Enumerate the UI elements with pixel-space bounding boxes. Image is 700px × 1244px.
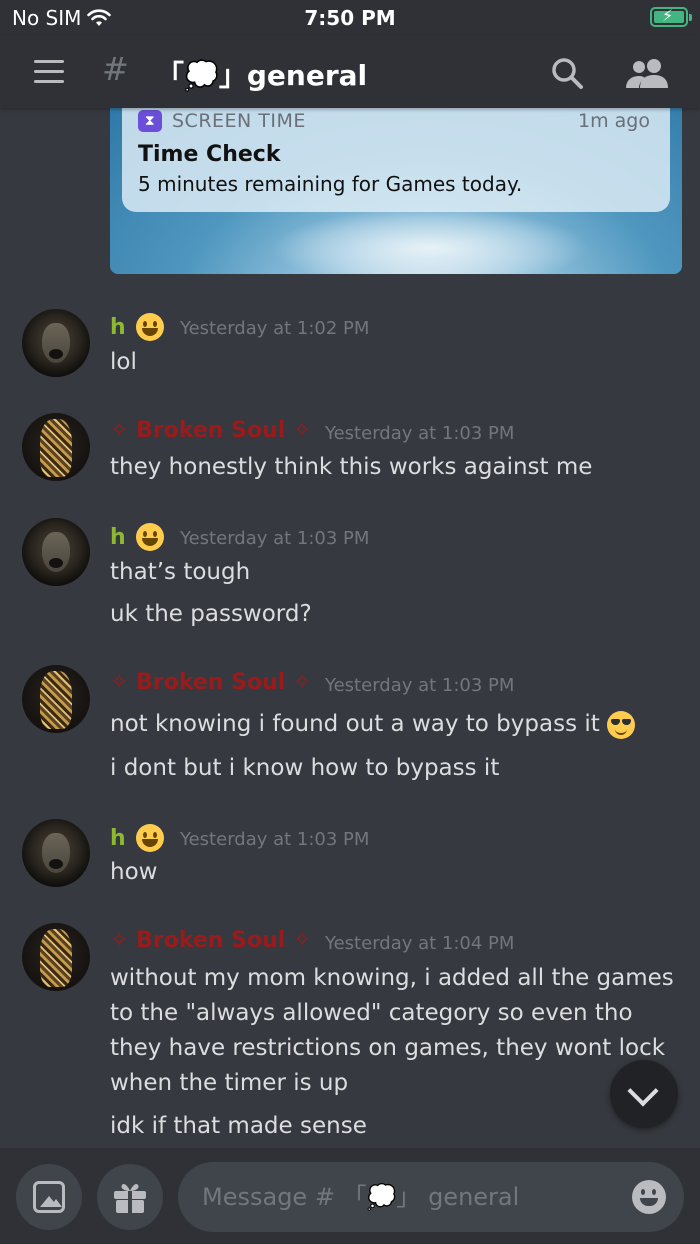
- composer-bar: [0, 1148, 700, 1244]
- timestamp: Yesterday at 1:02 PM: [180, 318, 370, 339]
- message-text: how: [110, 859, 158, 885]
- gift-icon: [114, 1183, 146, 1213]
- timestamp: Yesterday at 1:03 PM: [325, 675, 515, 696]
- message-composer: [178, 1162, 684, 1232]
- message-text: they honestly think this works against m…: [110, 454, 593, 480]
- channel-hash-icon: #: [102, 50, 129, 88]
- timestamp: Yesterday at 1:04 PM: [325, 933, 515, 954]
- message-text: not knowing i found out a way to bypass …: [110, 707, 680, 742]
- username[interactable]: ✧ Broken Soul ✧: [110, 670, 311, 695]
- message-text: uk the password?: [110, 601, 312, 627]
- grinning-emoji-icon: [135, 313, 164, 341]
- timestamp: Yesterday at 1:03 PM: [180, 829, 370, 850]
- username[interactable]: ✧ Broken Soul ✧: [110, 418, 311, 443]
- avatar[interactable]: [22, 923, 90, 991]
- emoji-icon[interactable]: [632, 1180, 666, 1214]
- notification-app: ⧗ SCREEN TIME: [138, 110, 306, 132]
- sunglasses-emoji-icon: [607, 710, 636, 739]
- scroll-to-bottom-button[interactable]: [610, 1060, 678, 1128]
- username[interactable]: h: [110, 313, 164, 341]
- channel-header: # 「💭」general: [0, 36, 700, 108]
- clock: 7:50 PM: [304, 6, 396, 30]
- notification-app-name: SCREEN TIME: [172, 110, 306, 132]
- avatar[interactable]: [22, 518, 90, 586]
- chevron-down-icon: [627, 1075, 659, 1107]
- notification-time: 1m ago: [578, 110, 650, 132]
- timestamp: Yesterday at 1:03 PM: [180, 528, 370, 549]
- username[interactable]: ✧ Broken Soul ✧: [110, 928, 311, 953]
- attach-image-button[interactable]: [16, 1164, 82, 1230]
- embedded-image[interactable]: ⧗ SCREEN TIME 1m ago Time Check 5 minute…: [110, 108, 682, 274]
- grinning-emoji-icon: [135, 824, 164, 852]
- message-text: lol: [110, 349, 137, 375]
- message-text: that’s tough: [110, 559, 251, 585]
- avatar[interactable]: [22, 413, 90, 481]
- grinning-emoji-icon: [135, 523, 164, 551]
- avatar[interactable]: [22, 665, 90, 733]
- gift-button[interactable]: [97, 1164, 163, 1230]
- hamburger-icon[interactable]: [34, 60, 64, 84]
- hourglass-icon: ⧗: [138, 110, 162, 132]
- avatar[interactable]: [22, 309, 90, 377]
- battery-icon: ⚡: [650, 6, 692, 27]
- screen-time-notification: ⧗ SCREEN TIME 1m ago Time Check 5 minute…: [122, 108, 670, 212]
- avatar[interactable]: [22, 819, 90, 887]
- channel-title[interactable]: 「💭」general: [156, 54, 367, 94]
- message-text: without my mom knowing, i added all the …: [110, 965, 674, 1096]
- timestamp: Yesterday at 1:03 PM: [325, 423, 515, 444]
- status-bar: No SIM 7:50 PM ⚡: [0, 0, 700, 36]
- search-icon[interactable]: [550, 56, 584, 90]
- message-text: idk if that made sense: [110, 1113, 367, 1139]
- notification-title: Time Check: [138, 142, 281, 167]
- message-input[interactable]: [202, 1162, 622, 1232]
- notification-body: 5 minutes remaining for Games today.: [138, 172, 523, 196]
- username[interactable]: h: [110, 523, 164, 551]
- members-icon[interactable]: [626, 56, 668, 90]
- message-text: i dont but i know how to bypass it: [110, 755, 500, 781]
- image-icon: [33, 1181, 65, 1213]
- image-sparkle: [270, 208, 590, 274]
- username[interactable]: h: [110, 824, 164, 852]
